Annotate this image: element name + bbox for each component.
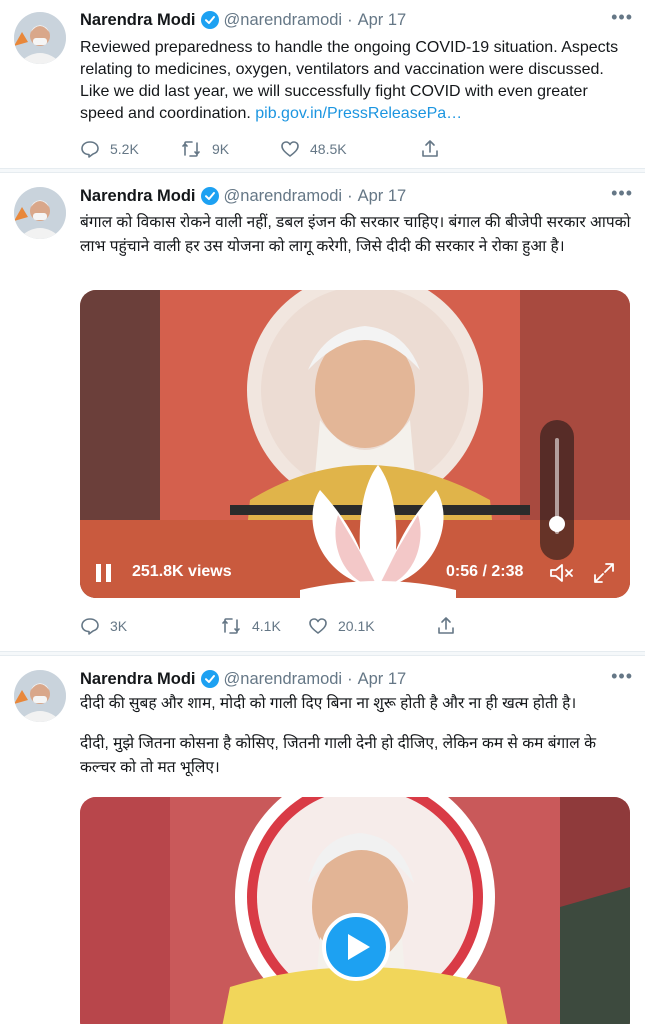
tweet-date[interactable]: Apr 17 xyxy=(358,670,407,689)
retweet-icon xyxy=(222,618,240,634)
volume-knob[interactable] xyxy=(549,516,565,533)
avatar[interactable] xyxy=(14,670,66,722)
avatar[interactable] xyxy=(14,12,66,64)
play-button[interactable] xyxy=(322,913,390,981)
video-frame xyxy=(80,797,630,1024)
separator: · xyxy=(347,669,353,688)
separator: · xyxy=(347,10,353,29)
reply-button[interactable]: 3K xyxy=(80,616,180,636)
more-icon[interactable]: ••• xyxy=(611,8,633,26)
avatar[interactable] xyxy=(14,187,66,239)
tweet[interactable]: Narendra Modi @narendramodi · Apr 17 •••… xyxy=(0,655,645,1024)
share-icon xyxy=(438,617,454,634)
tweet-date[interactable]: Apr 17 xyxy=(358,11,407,30)
reply-count: 5.2K xyxy=(110,141,139,157)
tweet-actions: 3K 4.1K 20.1K xyxy=(80,614,550,638)
video-controls: 251.8K views 0:56 / 2:38 xyxy=(80,548,630,598)
like-count: 48.5K xyxy=(310,141,347,157)
heart-icon xyxy=(281,141,299,157)
retweet-button[interactable]: 9K xyxy=(180,139,280,159)
heart-icon xyxy=(309,618,327,634)
author-name[interactable]: Narendra Modi xyxy=(80,670,196,689)
tweet[interactable]: Narendra Modi @narendramodi · Apr 17 •••… xyxy=(0,0,645,169)
like-button[interactable]: 20.1K xyxy=(308,616,408,636)
like-count: 20.1K xyxy=(338,618,375,634)
tweet-date[interactable]: Apr 17 xyxy=(358,187,407,206)
tweet[interactable]: Narendra Modi @narendramodi · Apr 17 •••… xyxy=(0,172,645,652)
verified-icon xyxy=(200,670,219,688)
pause-icon[interactable] xyxy=(96,564,111,582)
video-thumbnail[interactable] xyxy=(80,797,630,1024)
author-handle[interactable]: @narendramodi xyxy=(224,187,343,206)
play-icon xyxy=(347,934,370,960)
tweet-header: Narendra Modi @narendramodi · Apr 17 ••• xyxy=(80,184,633,207)
tweet-text: Reviewed preparedness to handle the ongo… xyxy=(80,37,631,125)
volume-slider[interactable] xyxy=(540,420,574,560)
author-name[interactable]: Narendra Modi xyxy=(80,11,196,30)
retweet-count: 9K xyxy=(212,141,230,157)
retweet-button[interactable]: 4.1K xyxy=(220,616,320,636)
verified-icon xyxy=(200,187,219,205)
video-player[interactable]: 251.8K views 0:56 / 2:38 xyxy=(80,290,630,598)
video-time: 0:56 / 2:38 xyxy=(446,563,524,580)
separator: · xyxy=(347,186,353,205)
tweet-actions: 5.2K 9K 48.5K xyxy=(80,137,550,161)
reply-count: 3K xyxy=(110,618,128,634)
retweet-icon xyxy=(182,141,200,157)
more-icon[interactable]: ••• xyxy=(611,667,633,685)
reply-icon xyxy=(81,141,99,158)
view-count: 251.8K views xyxy=(132,563,232,580)
reply-icon xyxy=(81,618,99,635)
mute-icon[interactable] xyxy=(548,560,574,591)
fullscreen-icon[interactable] xyxy=(592,561,616,590)
reply-button[interactable]: 5.2K xyxy=(80,139,180,159)
tweet-header: Narendra Modi @narendramodi · Apr 17 ••• xyxy=(80,8,633,31)
like-button[interactable]: 48.5K xyxy=(280,139,380,159)
verified-icon xyxy=(200,11,219,29)
tweet-link[interactable]: pib.gov.in/PressReleasePa… xyxy=(255,105,462,122)
tweet-paragraph: दीदी, मुझे जितना कोसना है कोसिए, जितनी ग… xyxy=(80,735,597,776)
tweet-header: Narendra Modi @narendramodi · Apr 17 ••• xyxy=(80,667,633,690)
retweet-count: 4.1K xyxy=(252,618,281,634)
tweet-text: दीदी की सुबह और शाम, मोदी को गाली दिए बि… xyxy=(80,692,631,780)
timeline: Narendra Modi @narendramodi · Apr 17 •••… xyxy=(0,0,645,1024)
more-icon[interactable]: ••• xyxy=(611,184,633,202)
author-handle[interactable]: @narendramodi xyxy=(224,11,343,30)
author-name[interactable]: Narendra Modi xyxy=(80,187,196,206)
author-handle[interactable]: @narendramodi xyxy=(224,670,343,689)
share-button[interactable] xyxy=(420,139,450,159)
tweet-text: बंगाल को विकास रोकने वाली नहीं, डबल इंजन… xyxy=(80,214,631,255)
tweet-paragraph: दीदी की सुबह और शाम, मोदी को गाली दिए बि… xyxy=(80,695,577,712)
share-icon xyxy=(422,140,438,157)
share-button[interactable] xyxy=(436,616,466,636)
